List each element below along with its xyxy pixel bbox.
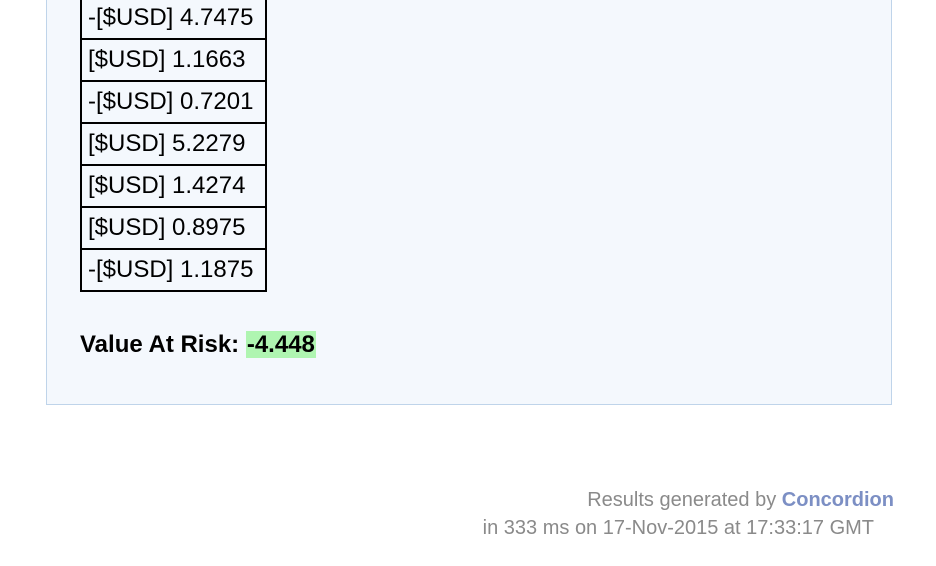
table-cell: [$USD] 1.1663 [79,38,268,82]
footer-prefix: Results generated by [587,489,777,511]
concordion-link[interactable]: Concordion [782,489,894,511]
footer-generated-line: Results generated by Concordion [483,486,894,514]
table-cell: [$USD] 5.2279 [79,122,268,166]
table-row: [$USD] 1.4274 [79,164,268,208]
table-cell: [$USD] 1.4274 [79,164,268,208]
value-at-risk-line: Value At Risk: -4.448 [80,331,316,359]
table-row: [$USD] 1.1663 [79,38,268,82]
table-row: -[$USD] 1.1875 [79,248,268,292]
table-row: [$USD] 0.8975 [79,206,268,250]
table-row: [$USD] 5.2279 [79,122,268,166]
table-cell: -[$USD] 4.7475 [79,0,268,40]
table-cell: [$USD] 0.8975 [79,206,268,250]
table-cell: -[$USD] 0.7201 [79,80,268,124]
values-table: -[$USD] 4.7475 [$USD] 1.1663 -[$USD] 0.7… [79,0,268,292]
table-cell: -[$USD] 1.1875 [79,248,268,292]
footer-timing: in 333 ms on 17-Nov-2015 at 17:33:17 GMT [482,517,874,539]
results-footer: Results generated by Concordion in 333 m… [483,486,894,542]
value-at-risk-label: Value At Risk: [80,331,240,358]
table-row: -[$USD] 4.7475 [79,0,268,40]
table-row: -[$USD] 0.7201 [79,80,268,124]
value-at-risk-result: -4.448 [245,331,316,358]
